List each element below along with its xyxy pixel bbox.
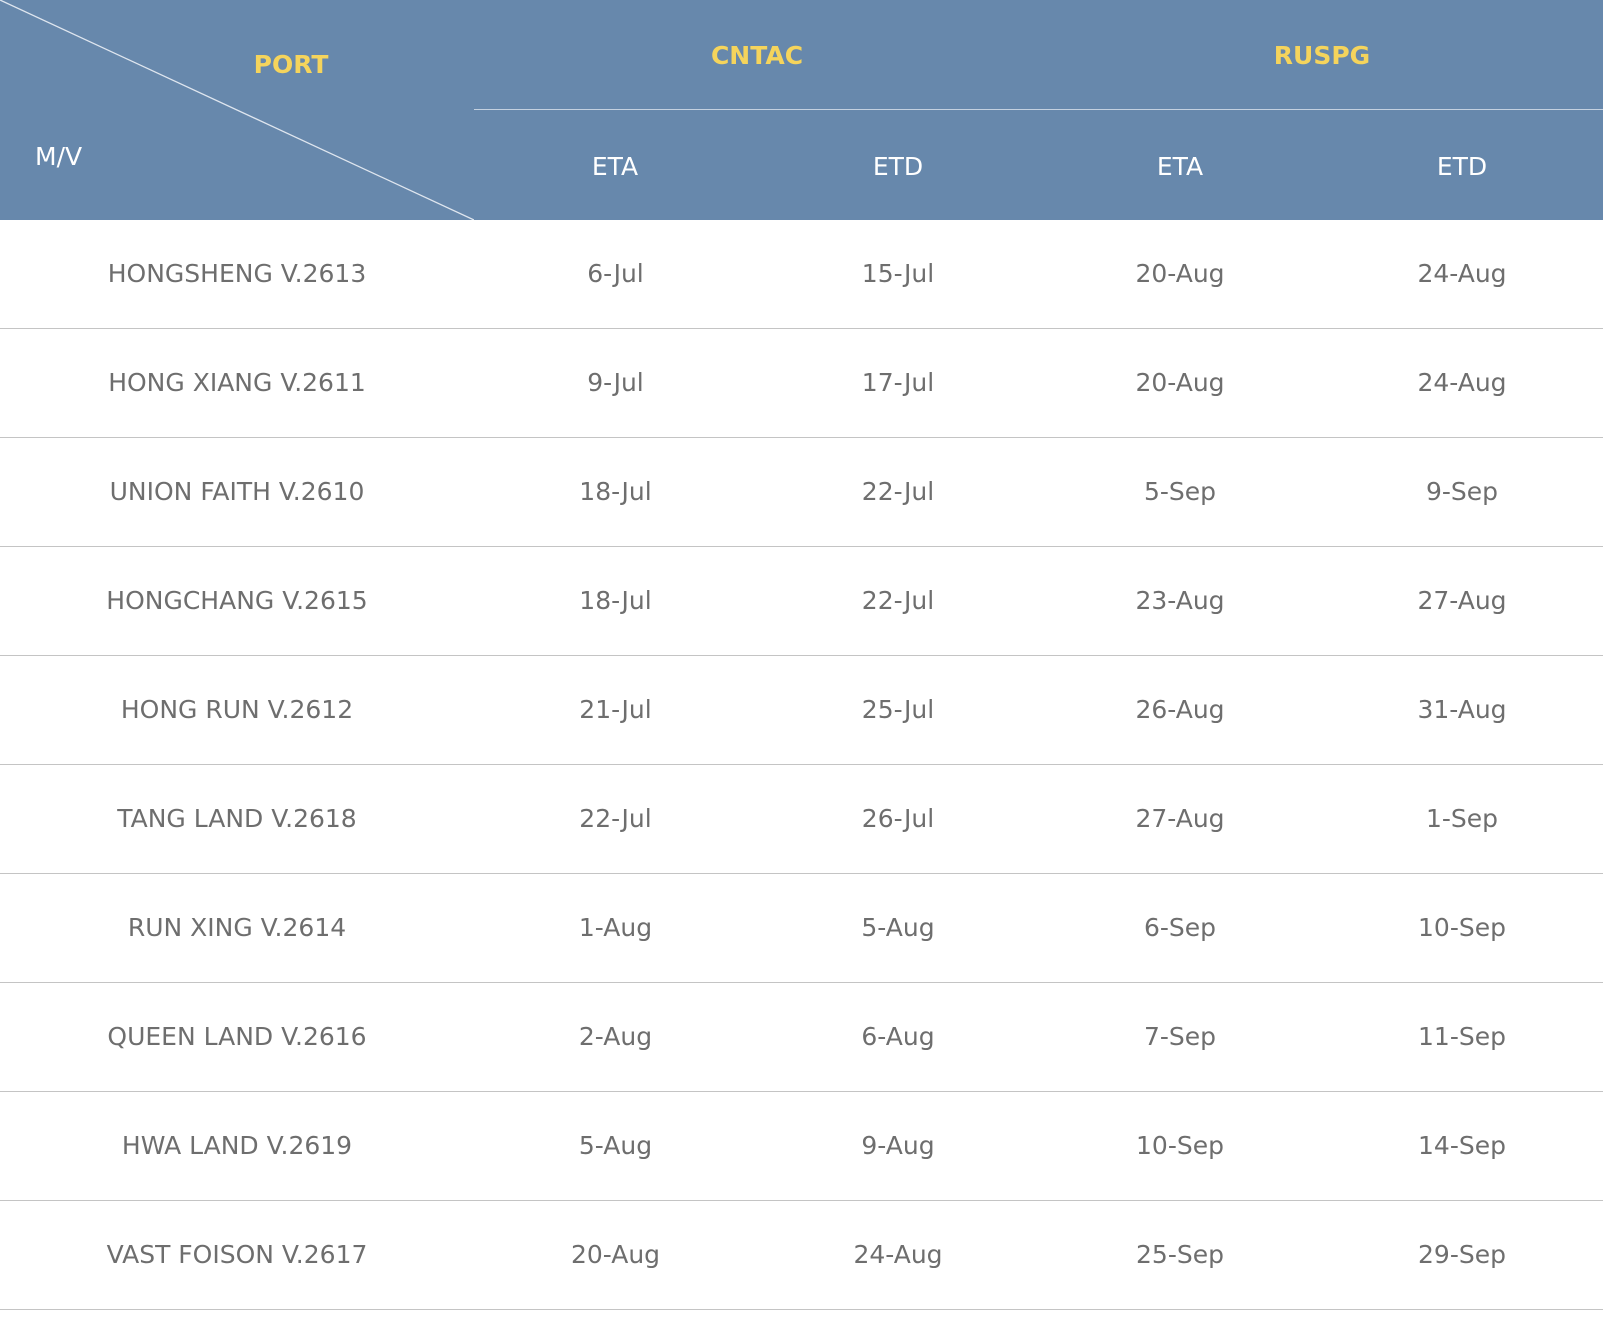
cntac-etd: 9-Aug <box>861 1131 935 1160</box>
port-corner-label: PORT <box>253 50 329 79</box>
table-row: HONG XIANG V.2611 9-Jul 17-Jul 20-Aug 24… <box>0 329 1603 438</box>
table-row: QUEEN LAND V.2616 2-Aug 6-Aug 7-Sep 11-S… <box>0 983 1603 1092</box>
vessel-name: QUEEN LAND V.2616 <box>107 1022 367 1051</box>
ruspg-eta: 26-Aug <box>1135 695 1225 724</box>
table-row: HONG RUN V.2612 21-Jul 25-Jul 26-Aug 31-… <box>0 656 1603 765</box>
vessel-name: VAST FOISON V.2617 <box>106 1240 368 1269</box>
column-header-cntac-eta: ETA <box>591 152 639 181</box>
cntac-eta: 1-Aug <box>578 913 653 942</box>
cntac-eta: 6-Jul <box>587 259 644 288</box>
vessel-schedule-table: PORT M/V CNTAC RUSPG ETA ETD ETA ETD HON… <box>0 0 1603 1310</box>
column-header-ruspg-etd: ETD <box>1436 152 1488 181</box>
vessel-name: UNION FAITH V.2610 <box>109 477 365 506</box>
ruspg-etd: 24-Aug <box>1417 259 1507 288</box>
cntac-eta: 9-Jul <box>587 368 644 397</box>
ruspg-etd: 24-Aug <box>1417 368 1507 397</box>
header-divider <box>474 109 1603 110</box>
table-header: PORT M/V CNTAC RUSPG ETA ETD ETA ETD <box>0 0 1603 220</box>
cntac-etd: 24-Aug <box>853 1240 943 1269</box>
ruspg-eta: 10-Sep <box>1136 1131 1224 1160</box>
ruspg-etd: 29-Sep <box>1418 1240 1506 1269</box>
vessel-name: TANG LAND V.2618 <box>117 804 357 833</box>
cntac-eta: 22-Jul <box>579 804 652 833</box>
table-row: HONGSHENG V.2613 6-Jul 15-Jul 20-Aug 24-… <box>0 220 1603 329</box>
corner-diagonal-divider <box>0 0 474 220</box>
table-row: HWA LAND V.2619 5-Aug 9-Aug 10-Sep 14-Se… <box>0 1092 1603 1201</box>
cntac-etd: 15-Jul <box>861 259 935 288</box>
cntac-etd: 25-Jul <box>861 695 935 724</box>
column-header-cntac-etd: ETD <box>872 152 924 181</box>
cntac-etd: 26-Jul <box>861 804 935 833</box>
vessel-name: HONGCHANG V.2615 <box>106 586 368 615</box>
vessel-corner-label: M/V <box>35 142 83 171</box>
ruspg-eta: 25-Sep <box>1136 1240 1224 1269</box>
port-group-ruspg: RUSPG <box>1273 41 1371 70</box>
table-row: RUN XING V.2614 1-Aug 5-Aug 6-Sep 10-Sep <box>0 874 1603 983</box>
ruspg-eta: 20-Aug <box>1135 259 1225 288</box>
ruspg-etd: 27-Aug <box>1417 586 1507 615</box>
cntac-eta: 5-Aug <box>578 1131 653 1160</box>
vessel-name: HONGSHENG V.2613 <box>107 259 367 288</box>
cntac-etd: 17-Jul <box>861 368 935 397</box>
vessel-name: HONG RUN V.2612 <box>120 695 354 724</box>
vessel-name: HWA LAND V.2619 <box>121 1131 353 1160</box>
ruspg-eta: 20-Aug <box>1135 368 1225 397</box>
table-row: UNION FAITH V.2610 18-Jul 22-Jul 5-Sep 9… <box>0 438 1603 547</box>
table-row: VAST FOISON V.2617 20-Aug 24-Aug 25-Sep … <box>0 1201 1603 1310</box>
ruspg-etd: 10-Sep <box>1418 913 1506 942</box>
cntac-eta: 2-Aug <box>578 1022 653 1051</box>
table-body: HONGSHENG V.2613 6-Jul 15-Jul 20-Aug 24-… <box>0 220 1603 1310</box>
ruspg-etd: 31-Aug <box>1417 695 1507 724</box>
ruspg-eta: 23-Aug <box>1135 586 1225 615</box>
vessel-name: HONG XIANG V.2611 <box>108 368 366 397</box>
cntac-eta: 18-Jul <box>579 477 652 506</box>
ruspg-etd: 11-Sep <box>1418 1022 1506 1051</box>
ruspg-eta: 27-Aug <box>1135 804 1225 833</box>
ruspg-eta: 6-Sep <box>1143 913 1217 942</box>
cntac-etd: 6-Aug <box>861 1022 935 1051</box>
ruspg-eta: 5-Sep <box>1143 477 1217 506</box>
ruspg-etd: 1-Sep <box>1425 804 1499 833</box>
cntac-eta: 20-Aug <box>570 1240 661 1269</box>
table-row: TANG LAND V.2618 22-Jul 26-Jul 27-Aug 1-… <box>0 765 1603 874</box>
ruspg-eta: 7-Sep <box>1143 1022 1217 1051</box>
vessel-name: RUN XING V.2614 <box>127 913 347 942</box>
column-header-ruspg-eta: ETA <box>1156 152 1204 181</box>
cntac-etd: 22-Jul <box>861 477 935 506</box>
ruspg-etd: 14-Sep <box>1418 1131 1506 1160</box>
cntac-etd: 5-Aug <box>861 913 935 942</box>
table-row: HONGCHANG V.2615 18-Jul 22-Jul 23-Aug 27… <box>0 547 1603 656</box>
cntac-eta: 21-Jul <box>579 695 652 724</box>
cntac-eta: 18-Jul <box>579 586 652 615</box>
ruspg-etd: 9-Sep <box>1425 477 1499 506</box>
port-group-cntac: CNTAC <box>710 41 804 70</box>
cntac-etd: 22-Jul <box>861 586 935 615</box>
